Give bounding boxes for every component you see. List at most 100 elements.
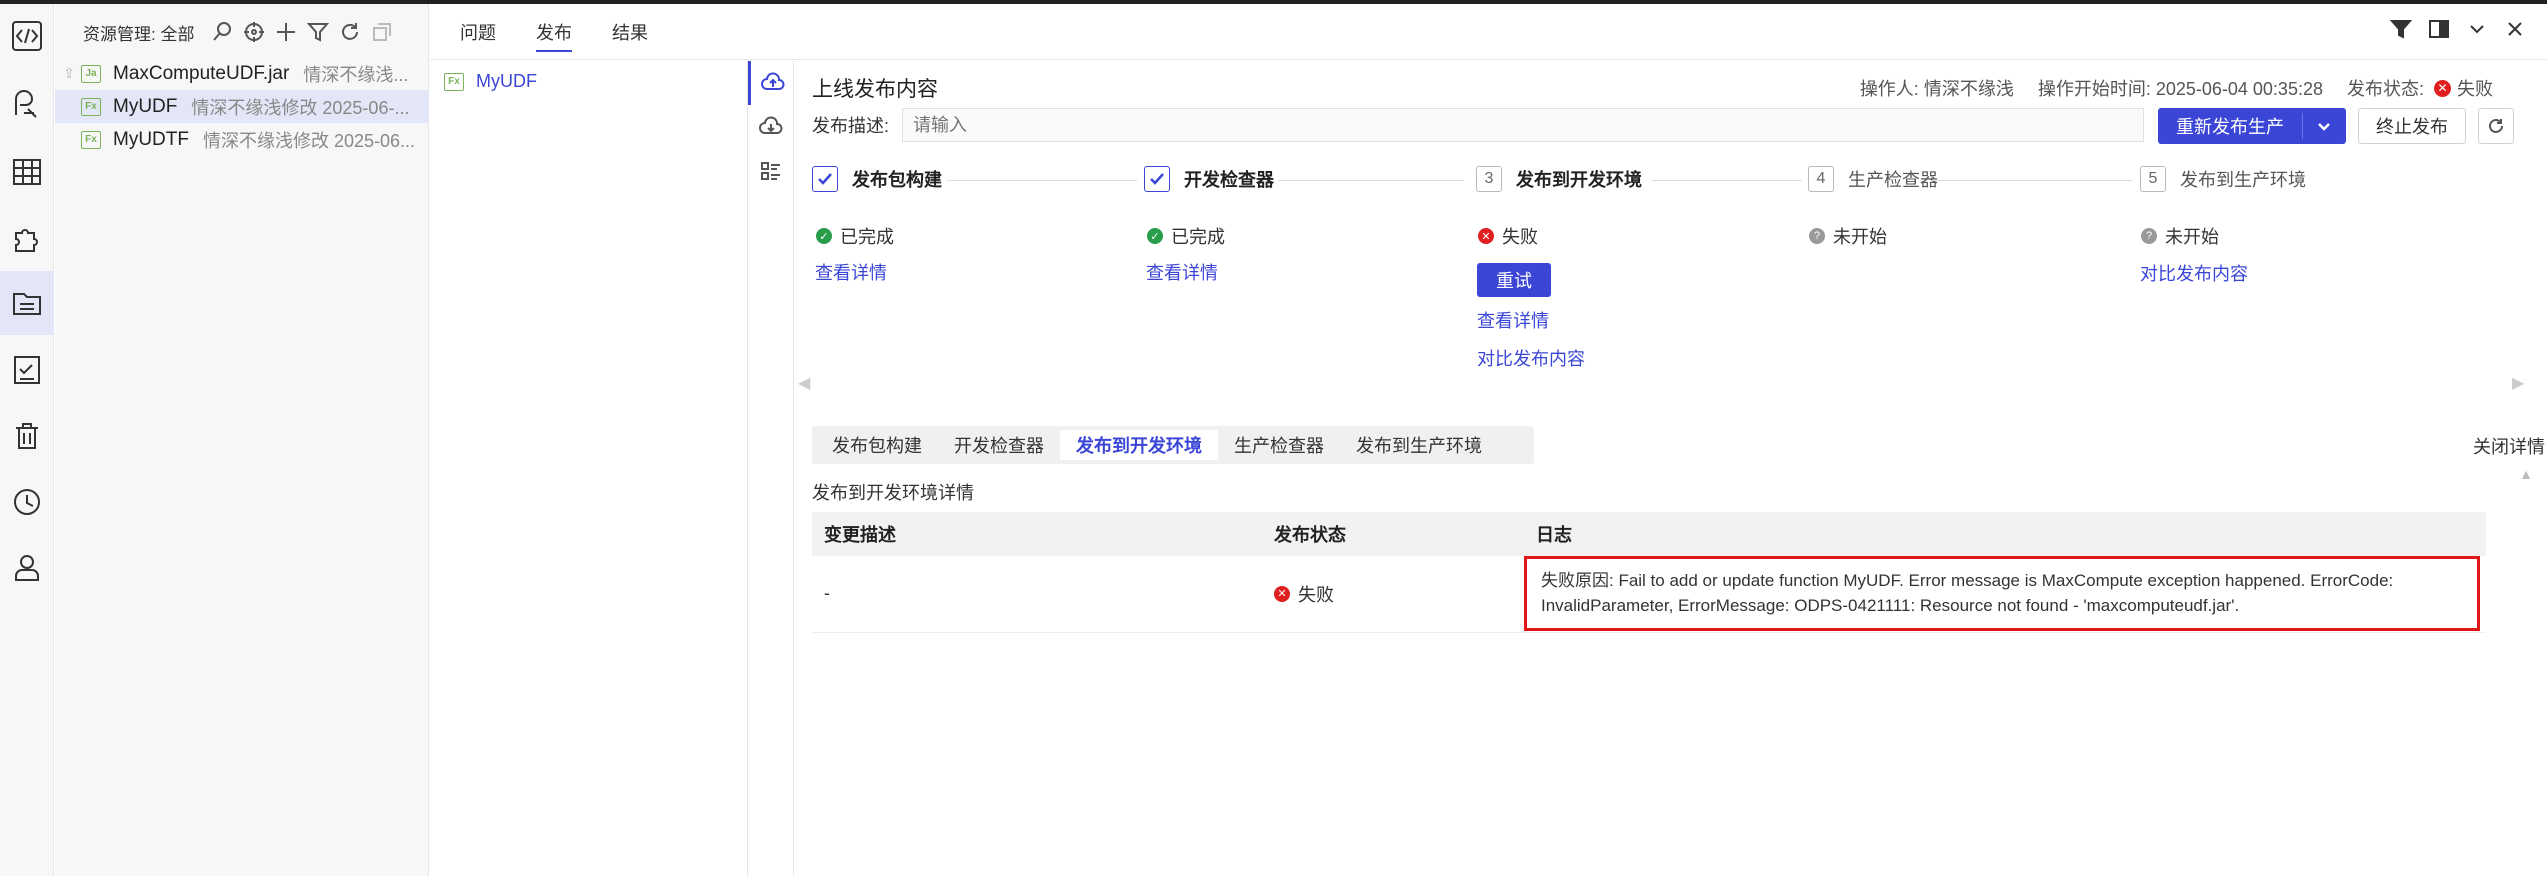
detail-table: 变更描述 发布状态 日志 - ✕ 失败 失败原因: Fail to add or … — [812, 512, 2486, 633]
step-label: 发布包构建 — [852, 170, 942, 190]
resource-panel-title: 资源管理: 全部 — [83, 24, 195, 44]
step-3[interactable]: 3 发布到开发环境 — [1476, 166, 1642, 192]
refresh-icon[interactable] — [2478, 108, 2514, 144]
step-label: 生产检查器 — [1848, 170, 1938, 190]
tab-publish[interactable]: 发布 — [536, 4, 572, 60]
detail-tabs: 发布包构建 开发检查器 发布到开发环境 生产检查器 发布到生产环境 — [812, 426, 1534, 464]
step-2-state: ✓ 已完成 — [1147, 223, 1225, 249]
file-name: MyUDF — [113, 95, 178, 117]
step-3-state: ✕ 失败 — [1478, 223, 1538, 249]
change-description-cell: - — [812, 556, 1262, 633]
step-2[interactable]: 开发检查器 — [1144, 166, 1274, 192]
view-details-link[interactable]: 查看详情 — [815, 259, 887, 285]
step-5-state: ? 未开始 — [2141, 223, 2219, 249]
cloud-download-icon[interactable] — [748, 105, 794, 149]
publish-steps: 发布包构建 开发检查器 3 发布到开发环境 4 生产检查器 5 发布到生产环境 — [812, 166, 2512, 196]
file-meta: 情深不缘浅修改 2025-06... — [202, 130, 416, 151]
check-icon — [812, 166, 838, 192]
description-label: 发布描述: — [812, 116, 890, 136]
rail-code-icon[interactable] — [0, 4, 54, 68]
step-connector — [1278, 180, 1464, 181]
close-icon[interactable] — [2500, 14, 2530, 44]
chevron-down-icon[interactable] — [2462, 14, 2492, 44]
column-header: 发布状态 — [1262, 512, 1524, 556]
filter-icon[interactable] — [2386, 14, 2416, 44]
rail-user-icon[interactable] — [0, 536, 54, 600]
compare-content-link[interactable]: 对比发布内容 — [2140, 260, 2248, 286]
rail-plugin-icon[interactable] — [0, 206, 54, 270]
locate-icon[interactable] — [238, 16, 270, 48]
description-input[interactable] — [902, 108, 2144, 142]
rail-table-icon[interactable] — [0, 140, 54, 204]
rail-history-clock-icon[interactable] — [0, 470, 54, 534]
step-label: 开发检查器 — [1184, 170, 1274, 190]
start-time-text: 操作开始时间: 2025-06-04 00:35:28 — [2037, 79, 2323, 99]
tab-publish-dev[interactable]: 发布到开发环境 — [1060, 430, 1218, 460]
step-1[interactable]: 发布包构建 — [812, 166, 942, 192]
step-label: 发布到开发环境 — [1516, 170, 1642, 190]
republish-label: 重新发布生产 — [2158, 113, 2303, 139]
publish-object-list: Fx MyUDF — [430, 61, 748, 876]
search-icon[interactable] — [206, 16, 238, 48]
step-number: 5 — [2140, 166, 2166, 192]
compare-content-link[interactable]: 对比发布内容 — [1477, 345, 1585, 371]
function-file-icon: Fx — [444, 72, 464, 91]
tab-results[interactable]: 结果 — [612, 4, 648, 60]
rail-datasource-icon[interactable] — [0, 72, 54, 136]
close-details-link[interactable]: 关闭详情 — [2473, 433, 2545, 459]
scroll-left-icon[interactable]: ◀ — [798, 373, 810, 393]
tab-issues[interactable]: 问题 — [460, 4, 496, 60]
step-label: 发布到生产环境 — [2180, 170, 2306, 190]
error-icon: ✕ — [2434, 79, 2451, 97]
check-icon — [1144, 166, 1170, 192]
file-row[interactable]: ⇪ Ja MaxComputeUDF.jar 情深不缘浅... — [55, 57, 429, 90]
function-file-icon: Fx — [81, 130, 101, 149]
collapse-all-icon[interactable] — [366, 16, 398, 48]
file-name: MaxComputeUDF.jar — [113, 62, 290, 84]
view-details-link[interactable]: 查看详情 — [1477, 307, 1549, 333]
activity-rail — [0, 4, 54, 876]
page-title: 上线发布内容 — [812, 78, 938, 101]
tab-dev-checker[interactable]: 开发检查器 — [938, 430, 1060, 460]
status-cell: ✕ 失败 — [1262, 556, 1524, 633]
view-details-link[interactable]: 查看详情 — [1146, 259, 1218, 285]
publish-description-row: 发布描述: 重新发布生产 终止发布 — [812, 108, 2514, 144]
refresh-icon[interactable] — [334, 16, 366, 48]
publish-content: 上线发布内容 操作人: 情深不缘浅 操作开始时间: 2025-06-04 00:… — [798, 61, 2547, 876]
file-row[interactable]: Fx MyUDTF 情深不缘浅修改 2025-06... — [55, 123, 429, 156]
scroll-right-icon[interactable]: ▶ — [2512, 373, 2524, 393]
cloud-upload-icon[interactable] — [748, 61, 794, 105]
header-tabs: 问题 发布 结果 — [430, 4, 2547, 60]
chevron-down-icon[interactable] — [2303, 117, 2345, 135]
list-item-name: MyUDF — [476, 71, 537, 91]
rail-trash-icon[interactable] — [0, 404, 54, 468]
rail-resource-folder-icon[interactable] — [0, 271, 54, 335]
status-badge: 失败 — [2457, 79, 2493, 99]
step-4-state: ? 未开始 — [1809, 223, 1887, 249]
error-log-message: 失败原因: Fail to add or update function MyU… — [1524, 556, 2480, 632]
column-header: 变更描述 — [812, 512, 1262, 556]
add-icon[interactable] — [270, 16, 302, 48]
tab-publish-prod[interactable]: 发布到生产环境 — [1340, 430, 1498, 460]
step-5[interactable]: 5 发布到生产环境 — [2140, 166, 2306, 192]
list-detail-icon[interactable] — [748, 149, 794, 193]
retry-button[interactable]: 重试 — [1477, 263, 1551, 297]
split-panel-icon[interactable] — [2424, 14, 2454, 44]
upload-icon: ⇪ — [63, 65, 75, 81]
step-connector — [1652, 180, 1802, 181]
rail-checklist-icon[interactable] — [0, 338, 54, 402]
step-4[interactable]: 4 生产检查器 — [1808, 166, 1938, 192]
function-file-icon: Fx — [81, 97, 101, 116]
stop-publish-button[interactable]: 终止发布 — [2358, 108, 2466, 144]
error-icon: ✕ — [1478, 228, 1494, 244]
republish-button[interactable]: 重新发布生产 — [2158, 108, 2346, 144]
log-cell: 失败原因: Fail to add or update function MyU… — [1524, 556, 2486, 633]
operator-text: 操作人: 情深不缘浅 — [1859, 79, 2014, 99]
collapse-up-icon[interactable]: ▲ — [2519, 466, 2533, 482]
filter-icon[interactable] — [302, 16, 334, 48]
resource-panel: 资源管理: 全部 ⇪ Ja MaxComputeUDF.jar 情深不缘浅...… — [55, 4, 429, 876]
tab-prod-checker[interactable]: 生产检查器 — [1218, 430, 1340, 460]
tab-package-build[interactable]: 发布包构建 — [816, 430, 938, 460]
list-item[interactable]: Fx MyUDF — [444, 71, 537, 92]
file-row[interactable]: Fx MyUDF 情深不缘浅修改 2025-06-... — [55, 90, 429, 123]
